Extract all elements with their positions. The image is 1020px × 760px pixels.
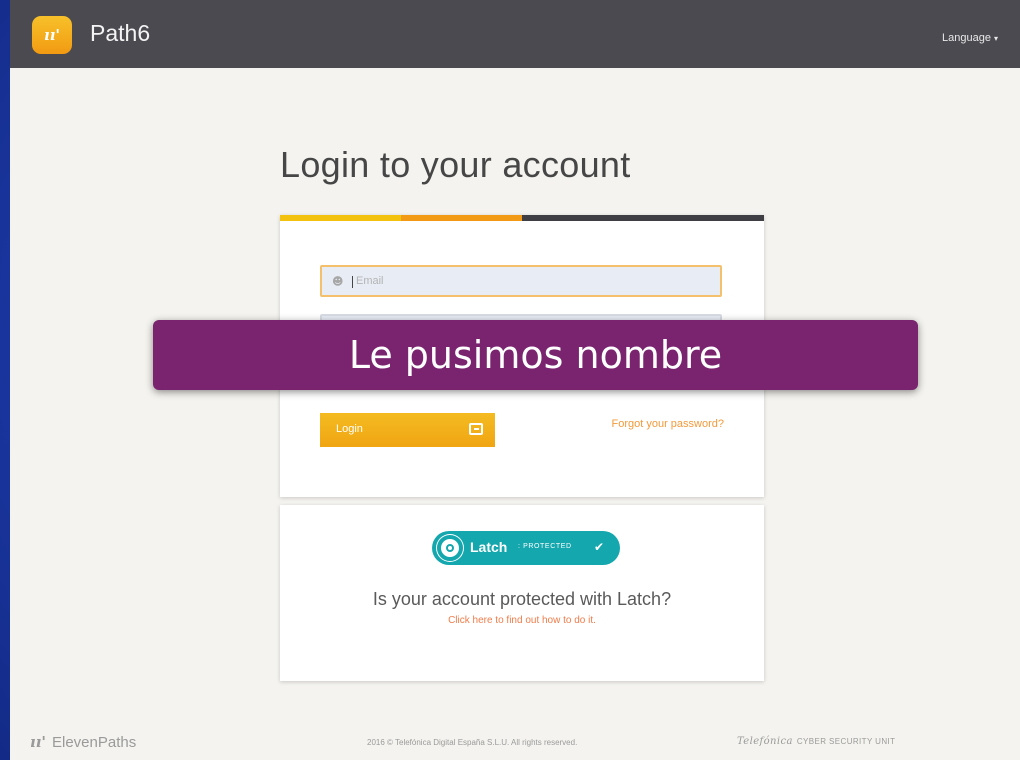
- accent-stripe-yellow: [280, 215, 401, 221]
- login-button-label: Login: [336, 423, 363, 435]
- email-placeholder: Email: [352, 275, 384, 288]
- checkmark-icon: ✔: [593, 540, 604, 554]
- cyber-security-unit-text: CYBER SECURITY UNIT: [796, 737, 896, 746]
- latch-icon: [437, 535, 463, 561]
- latch-protected-badge[interactable]: Latch : PROTECTED ✔: [432, 531, 620, 565]
- path6-logo-icon[interactable]: ıı': [32, 16, 72, 54]
- latch-help-link[interactable]: Click here to find out how to do it.: [280, 615, 764, 626]
- latch-name: Latch: [470, 539, 508, 555]
- latch-status: : PROTECTED: [518, 543, 572, 550]
- telefonica-wordmark: Telefónica: [737, 736, 793, 747]
- copyright-text: 2016 © Telefónica Digital España S.L.U. …: [367, 738, 578, 747]
- page-title: Login to your account: [280, 144, 631, 185]
- user-icon: ☻: [332, 275, 344, 288]
- elevenpaths-logo: ıı' ElevenPaths: [30, 733, 136, 751]
- language-label: Language: [942, 32, 991, 44]
- slide-caption-banner: Le pusimos nombre: [153, 320, 918, 390]
- latch-panel: Latch : PROTECTED ✔ Is your account prot…: [280, 505, 764, 681]
- brand-name[interactable]: Path6: [90, 20, 150, 47]
- language-dropdown[interactable]: Language ▾: [942, 32, 998, 44]
- top-navigation-bar: ıı' Path6 Language ▾: [10, 0, 1020, 68]
- chevron-down-icon: ▾: [993, 33, 998, 43]
- email-field[interactable]: ☻ Email: [320, 265, 722, 297]
- accent-stripe-orange: [401, 215, 522, 221]
- sign-in-icon: [469, 423, 483, 435]
- accent-stripe-dark: [522, 215, 764, 221]
- login-button[interactable]: Login: [320, 413, 495, 447]
- telefonica-logo: Telefónica CYBER SECURITY UNIT: [737, 736, 895, 747]
- elevenpaths-name: ElevenPaths: [52, 734, 137, 751]
- forgot-password-link[interactable]: Forgot your password?: [612, 418, 725, 430]
- elevenpaths-mark-icon: ıı': [30, 733, 46, 751]
- latch-question: Is your account protected with Latch?: [372, 589, 672, 609]
